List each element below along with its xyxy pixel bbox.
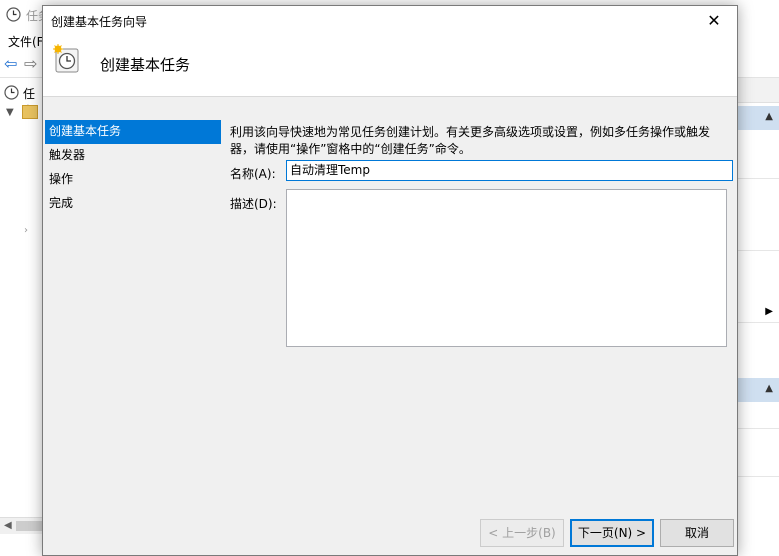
- background-actions-pane: ▲ ▶ ▲: [736, 78, 779, 556]
- close-button[interactable]: ✕: [691, 6, 737, 35]
- create-basic-task-dialog: 创建基本任务向导 ✕ 创建基本任务 创建基本任务 触发器 操作 完成 利用该向导…: [42, 5, 738, 556]
- divider: [736, 322, 779, 323]
- clock-icon: [4, 85, 19, 100]
- menu-file[interactable]: 文件(F: [8, 33, 44, 50]
- collapse-icon[interactable]: ▲: [765, 383, 773, 394]
- name-label: 名称(A):: [230, 167, 276, 181]
- horizontal-scrollbar[interactable]: ◀: [0, 517, 42, 534]
- clock-icon: [6, 7, 21, 22]
- dialog-titlebar: 创建基本任务向导 ✕: [43, 6, 737, 35]
- divider: [736, 250, 779, 251]
- wizard-header: 创建基本任务: [43, 35, 737, 97]
- actions-header: [736, 78, 779, 103]
- forward-arrow-icon[interactable]: ⇨: [24, 54, 37, 73]
- divider: [736, 476, 779, 477]
- dialog-title: 创建基本任务向导: [51, 15, 148, 29]
- chevron-right-icon[interactable]: ›: [24, 225, 28, 236]
- scroll-left-icon[interactable]: ◀: [4, 520, 12, 531]
- scheduler-wizard-icon: [53, 44, 79, 73]
- wizard-description: 利用该向导快速地为常见任务创建计划。有关更多高级选项或设置，例如多任务操作或触发…: [230, 125, 711, 156]
- task-name-input[interactable]: [286, 160, 733, 181]
- submenu-arrow-icon[interactable]: ▶: [765, 306, 773, 317]
- step-finish[interactable]: 完成: [45, 192, 221, 216]
- description-label: 描述(D):: [230, 197, 277, 211]
- task-description-input[interactable]: [286, 189, 727, 347]
- back-button[interactable]: < 上一步(B): [480, 519, 564, 547]
- scrollbar-thumb[interactable]: [16, 521, 42, 531]
- step-create-basic-task[interactable]: 创建基本任务: [45, 120, 221, 144]
- folder-icon: [22, 105, 38, 119]
- divider: [736, 178, 779, 179]
- wizard-steps: 创建基本任务 触发器 操作 完成: [45, 120, 221, 216]
- cancel-button[interactable]: 取消: [660, 519, 734, 547]
- divider: [736, 428, 779, 429]
- wizard-header-title: 创建基本任务: [100, 56, 191, 74]
- next-button[interactable]: 下一页(N) >: [570, 519, 654, 547]
- back-arrow-icon[interactable]: ⇦: [4, 54, 17, 73]
- step-action[interactable]: 操作: [45, 168, 221, 192]
- background-tree-pane: 任务 ▼ › ◀: [0, 78, 42, 556]
- actions-section-band[interactable]: ▲: [736, 106, 779, 130]
- step-trigger[interactable]: 触发器: [45, 144, 221, 168]
- actions-section-band[interactable]: ▲: [736, 378, 779, 402]
- close-icon: ✕: [707, 11, 721, 30]
- collapse-icon[interactable]: ▲: [765, 111, 773, 122]
- chevron-down-icon[interactable]: ▼: [6, 107, 14, 118]
